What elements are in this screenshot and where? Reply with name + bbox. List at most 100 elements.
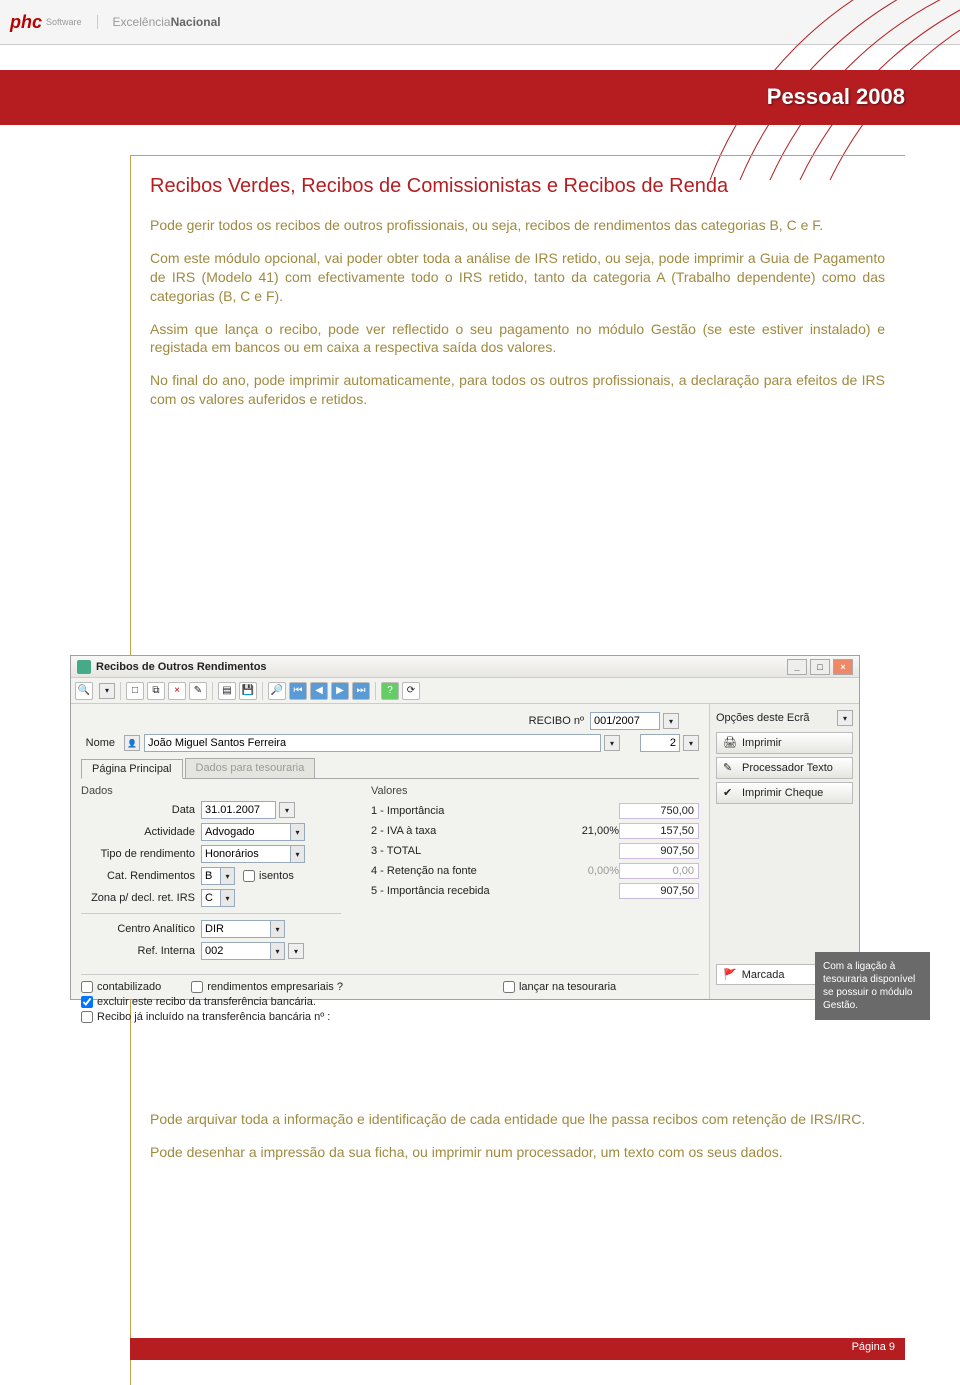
centro-label: Centro Analítico [81,923,201,935]
paragraph-1: Pode gerir todos os recibos de outros pr… [150,216,885,235]
dados-header: Dados [81,785,341,797]
chevron-down-icon[interactable]: ▾ [291,823,305,841]
chevron-down-icon[interactable]: ▾ [271,942,285,960]
person-icon[interactable]: 👤 [124,735,140,751]
side-header: Opções deste Ecrã [716,712,810,724]
lower-content: Pode arquivar toda a informação e identi… [150,1110,885,1176]
maximize-button[interactable]: □ [810,659,830,675]
title-banner: Pessoal 2008 [0,70,960,125]
chevron-down-icon[interactable]: ▾ [271,920,285,938]
paragraph-6: Pode desenhar a impressão da sua ficha, … [150,1143,885,1162]
processador-button[interactable]: ✎Processador Texto [716,757,853,779]
tab-principal[interactable]: Página Principal [81,759,183,779]
prev-icon[interactable]: ◀ [310,682,328,700]
edit-icon[interactable]: ✎ [189,682,207,700]
toolbar: 🔍 ▾ □ ⧉ × ✎ ▤ 💾 🔎 ⏮ ◀ ▶ ⏭ ? ⟳ [71,678,859,704]
text-icon: ✎ [723,761,737,775]
save-icon[interactable]: 💾 [239,682,257,700]
lookup-icon[interactable]: ▾ [663,713,679,729]
nome-label: Nome [81,737,121,749]
window-controls: _ □ × [787,659,853,675]
footer-bar: Página 9 [130,1338,905,1360]
logo-main: phc [10,12,42,33]
copy-icon[interactable]: ⧉ [147,682,165,700]
tabs: Página Principal Dados para tesouraria [81,758,699,779]
cat-label: Cat. Rendimentos [81,870,201,882]
rendimentos-checkbox[interactable] [191,981,203,993]
window-title: Recibos de Outros Rendimentos [96,661,267,673]
ref-label: Ref. Interna [81,945,201,957]
horizontal-rule [130,155,905,156]
data-label: Data [81,804,201,816]
list-icon[interactable]: ▤ [218,682,236,700]
lancar-checkbox[interactable] [503,981,515,993]
window-titlebar: Recibos de Outros Rendimentos _ □ × [71,656,859,678]
value-row: 5 - Importância recebida907,50 [371,881,699,901]
form-area: RECIBO nº ▾ Nome 👤 ▾ ▾ Página Principal … [71,704,709,999]
cheque-button[interactable]: ✔Imprimir Cheque [716,782,853,804]
next-icon[interactable]: ▶ [331,682,349,700]
centro-input[interactable] [201,920,271,938]
banner-title: Pessoal 2008 [767,84,905,110]
close-button[interactable]: × [833,659,853,675]
valores-header: Valores [371,785,699,797]
paragraph-2: Com este módulo opcional, vai poder obte… [150,249,885,306]
recibo-label: RECIBO nº [529,715,590,727]
last-icon[interactable]: ⏭ [352,682,370,700]
nome-input[interactable] [144,734,601,752]
app-window: Recibos de Outros Rendimentos _ □ × 🔍 ▾ … [70,655,860,1000]
lookup-icon[interactable]: ▾ [288,943,304,959]
paragraph-3: Assim que lança o recibo, pode ver refle… [150,320,885,358]
data-input[interactable] [201,801,276,819]
imprimir-button[interactable]: 🖨Imprimir [716,732,853,754]
excluir-checkbox[interactable] [81,996,93,1008]
ref-input[interactable] [201,942,271,960]
contabilizado-checkbox[interactable] [81,981,93,993]
tipo-label: Tipo de rendimento [81,848,201,860]
new-icon[interactable]: □ [126,682,144,700]
callout-box: Com a ligação à tesouraria disponível se… [815,952,930,1020]
help-icon[interactable]: ? [381,682,399,700]
zona-label: Zona p/ decl. ret. IRS [81,892,201,904]
tipo-input[interactable] [201,845,291,863]
app-icon [77,660,91,674]
logo-sub: Software [46,17,82,27]
lookup-icon[interactable]: ▾ [604,735,620,751]
dropdown-icon[interactable]: ▾ [99,683,115,699]
minimize-button[interactable]: _ [787,659,807,675]
delete-icon[interactable]: × [168,682,186,700]
cat-input[interactable] [201,867,221,885]
refresh-icon[interactable]: ⟳ [402,682,420,700]
actividade-input[interactable] [201,823,291,841]
chevron-down-icon[interactable]: ▾ [221,867,235,885]
value-row: 4 - Retenção na fonte0,00%0,00 [371,861,699,881]
zona-input[interactable] [201,889,221,907]
recibo-input[interactable] [590,712,660,730]
chevron-down-icon[interactable]: ▾ [291,845,305,863]
actividade-label: Actividade [81,826,201,838]
section-heading: Recibos Verdes, Recibos de Comissionista… [150,175,885,198]
cheque-icon: ✔ [723,786,737,800]
checkbox-area: contabilizado rendimentos empresariais ?… [81,974,699,1023]
incluido-checkbox[interactable] [81,1011,93,1023]
isentos-label: isentos [259,870,294,882]
value-row: 3 - TOTAL907,50 [371,841,699,861]
values-list: 1 - Importância750,002 - IVA à taxa21,00… [371,801,699,901]
preview-icon[interactable]: 🔎 [268,682,286,700]
tab-tesouraria[interactable]: Dados para tesouraria [185,758,316,778]
value-row: 1 - Importância750,00 [371,801,699,821]
num-input[interactable] [640,734,680,752]
isentos-checkbox[interactable] [243,870,255,882]
value-row: 2 - IVA à taxa21,00%157,50 [371,821,699,841]
page-number: Página 9 [852,1341,895,1353]
search-icon[interactable]: 🔍 [75,682,93,700]
calendar-icon[interactable]: ▾ [279,802,295,818]
printer-icon: 🖨 [723,736,737,750]
flag-icon: 🚩 [723,968,737,981]
app-header: phc Software ExcelênciaNacional [0,0,960,45]
lookup-icon[interactable]: ▾ [683,735,699,751]
chevron-down-icon[interactable]: ▾ [837,710,853,726]
chevron-down-icon[interactable]: ▾ [221,889,235,907]
paragraph-5: Pode arquivar toda a informação e identi… [150,1110,885,1129]
first-icon[interactable]: ⏮ [289,682,307,700]
